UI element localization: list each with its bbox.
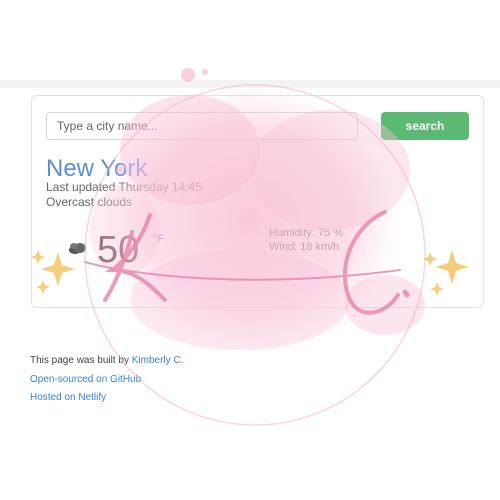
overcast-clouds-icon [69,243,86,254]
search-button[interactable]: search [381,112,469,140]
city-search-input[interactable] [46,112,358,140]
github-link[interactable]: Open-sourced on GitHub [30,374,141,385]
temperature-value: 50 [97,229,140,271]
temperature-unit[interactable]: °F [153,233,164,245]
netlify-link[interactable]: Hosted on Netlify [30,392,106,403]
built-by-text: This page was built by [30,355,132,366]
last-updated: Last updated Thursday 14:45 [46,180,202,194]
city-name: New York [46,155,148,182]
author-link[interactable]: Kimberly C. [132,355,184,366]
wind: Wind: 18 km/h [269,241,340,253]
top-bar [0,80,500,88]
humidity: Humidity: 75 % [269,227,343,239]
built-by-line: This page was built by Kimberly C. [30,355,183,366]
weather-description: Overcast clouds [46,195,133,209]
